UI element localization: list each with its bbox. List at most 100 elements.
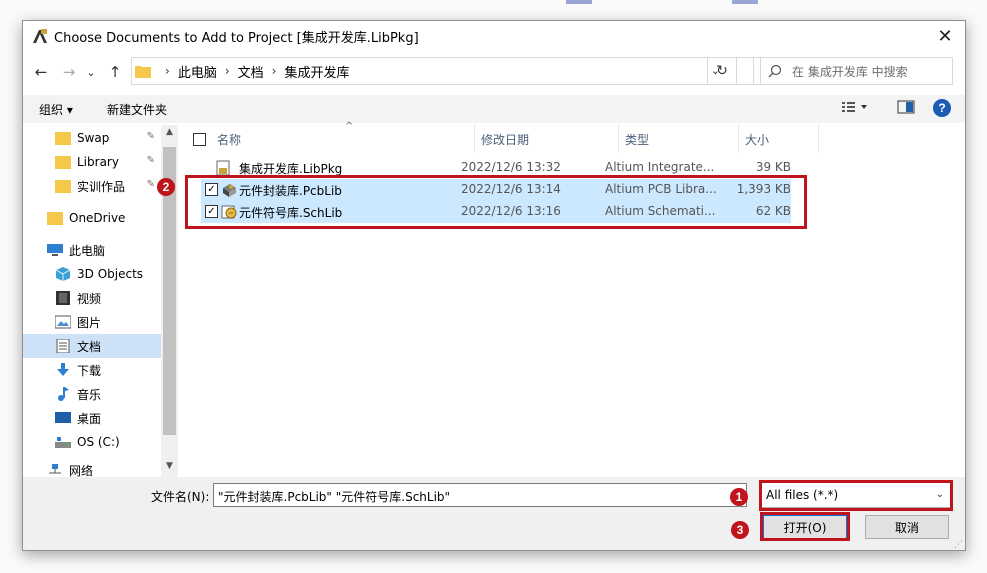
breadcrumb-separator: › [271, 64, 277, 78]
annotation-badge-2: 2 [157, 178, 175, 196]
nav-item-label: 此电脑 [69, 243, 106, 258]
title-bar: Choose Documents to Add to Project [集成开发… [23, 21, 965, 51]
nav-item-3d-objects[interactable]: 3D Objects [23, 262, 161, 286]
list-view-icon [842, 102, 867, 112]
nav-item-pictures[interactable]: 图片 [23, 310, 161, 334]
nav-item-label: 桌面 [77, 411, 102, 426]
address-bar[interactable]: › 此电脑 › 文档 › 集成开发库 ⌄ [131, 57, 761, 85]
recent-locations-button[interactable]: ⌄ [83, 57, 99, 87]
resize-grip-icon[interactable]: ⋰ [954, 540, 963, 550]
close-button[interactable]: ✕ [925, 21, 965, 51]
new-folder-button[interactable]: 新建文件夹 [107, 101, 167, 118]
libpkg-file-icon [216, 160, 230, 176]
column-header-label: 名称 [217, 132, 242, 147]
back-button[interactable]: ← [29, 57, 53, 87]
forward-arrow-icon: → [62, 63, 76, 81]
column-header-label: 大小 [745, 132, 770, 147]
nav-item-music[interactable]: 音乐 [23, 382, 161, 406]
close-icon: ✕ [937, 25, 953, 47]
nav-item-documents[interactable]: 文档 [23, 334, 161, 358]
up-arrow-icon: ↑ [108, 63, 122, 81]
nav-item-label: 实训作品 [77, 179, 126, 194]
column-header-name[interactable]: 名称 ^ [211, 121, 475, 153]
column-header-size[interactable]: 大小 [739, 125, 819, 153]
preview-pane-icon [897, 100, 915, 114]
file-date: 2022/12/6 13:32 [461, 160, 561, 174]
annotation-box-open-button [760, 512, 850, 541]
up-button[interactable]: ↑ [103, 57, 127, 87]
nav-item-desktop[interactable]: 桌面 [23, 406, 161, 430]
nav-item-videos[interactable]: 视频 [23, 286, 161, 310]
organize-button[interactable]: 组织 ▾ [39, 101, 73, 118]
nav-item-this-pc[interactable]: 此电脑 [23, 238, 161, 262]
desktop-icon [55, 412, 71, 423]
nav-item-shixun[interactable]: 实训作品 ✎ [23, 174, 161, 198]
preview-pane-button[interactable] [897, 100, 915, 117]
pictures-icon [55, 315, 71, 329]
file-type: Altium Integrate... [605, 160, 715, 174]
network-icon [49, 464, 61, 474]
nav-item-label: OS (C:) [77, 435, 120, 449]
documents-icon [56, 339, 70, 353]
folder-icon [55, 132, 71, 145]
filename-input[interactable]: "元件封装库.PcbLib" "元件符号库.SchLib" [213, 483, 747, 507]
nav-item-label: 图片 [77, 315, 102, 330]
chevron-down-icon: ⌄ [86, 65, 96, 79]
window-title: Choose Documents to Add to Project [集成开发… [54, 30, 419, 46]
forward-button[interactable]: → [57, 57, 81, 87]
folder-icon [55, 156, 71, 169]
nav-item-label: OneDrive [69, 211, 126, 225]
nav-item-label: Swap [77, 131, 110, 145]
folder-icon [47, 212, 63, 225]
annotation-badge-1: 1 [730, 488, 748, 506]
background-strip [732, 0, 758, 4]
nav-item-library[interactable]: Library ✎ [23, 150, 161, 174]
search-placeholder: 在 集成开发库 中搜索 [792, 64, 908, 79]
breadcrumb-current-folder[interactable]: 集成开发库 [284, 62, 349, 81]
annotation-box-file-type [759, 480, 953, 511]
folder-icon [55, 180, 71, 193]
select-all-checkbox[interactable] [193, 133, 206, 146]
nav-item-label: 3D Objects [77, 267, 144, 281]
column-header-date[interactable]: 修改日期 [475, 125, 619, 153]
breadcrumb-this-pc[interactable]: 此电脑 [178, 62, 217, 81]
address-row: ← → ⌄ ↑ › 此电脑 › 文档 › 集成开发库 ⌄ ↻ 在 集成开发库 中… [23, 57, 965, 87]
pin-icon: ✎ [146, 131, 155, 142]
cancel-button[interactable]: 取消 [865, 515, 949, 539]
column-header-type[interactable]: 类型 [619, 125, 739, 153]
nav-item-label: 下载 [77, 363, 102, 378]
refresh-button[interactable]: ↻ [707, 57, 737, 85]
nav-item-label: 视频 [77, 291, 102, 306]
music-icon [58, 387, 69, 401]
download-icon [57, 363, 69, 376]
altium-app-icon [33, 29, 47, 43]
pin-icon: ✎ [146, 179, 155, 190]
nav-item-label: 音乐 [77, 387, 102, 402]
search-input[interactable]: 在 集成开发库 中搜索 [753, 57, 953, 85]
nav-item-downloads[interactable]: 下载 [23, 358, 161, 382]
annotation-badge-3: 3 [731, 521, 749, 539]
column-header-label: 修改日期 [481, 132, 530, 147]
3d-objects-icon [55, 267, 71, 281]
video-icon [56, 291, 70, 305]
nav-item-network[interactable]: 网络 [23, 458, 161, 477]
help-button[interactable]: ? [933, 99, 951, 117]
command-bar: 组织 ▾ 新建文件夹 ? [23, 95, 965, 123]
annotation-box-selected-files [185, 175, 807, 229]
change-view-button[interactable] [841, 100, 871, 117]
nav-item-label: 网络 [69, 463, 94, 478]
nav-item-onedrive[interactable]: OneDrive [23, 206, 161, 230]
pin-icon: ✎ [146, 155, 155, 166]
breadcrumb-documents[interactable]: 文档 [238, 62, 264, 81]
filename-label: 文件名(N): [151, 490, 210, 504]
scroll-down-icon[interactable]: ▼ [161, 461, 178, 471]
nav-item-os-drive[interactable]: OS (C:) [23, 430, 161, 454]
scroll-up-icon[interactable]: ▲ [161, 127, 178, 137]
refresh-icon: ↻ [716, 63, 728, 79]
navigation-pane: Swap ✎ Library ✎ 实训作品 ✎ OneDrive 此电脑 3D … [23, 125, 179, 477]
nav-item-swap[interactable]: Swap ✎ [23, 126, 161, 150]
computer-icon [47, 244, 63, 256]
file-size: 39 KB [755, 160, 791, 174]
background-strip [566, 0, 592, 4]
sort-ascending-icon: ^ [345, 121, 354, 132]
